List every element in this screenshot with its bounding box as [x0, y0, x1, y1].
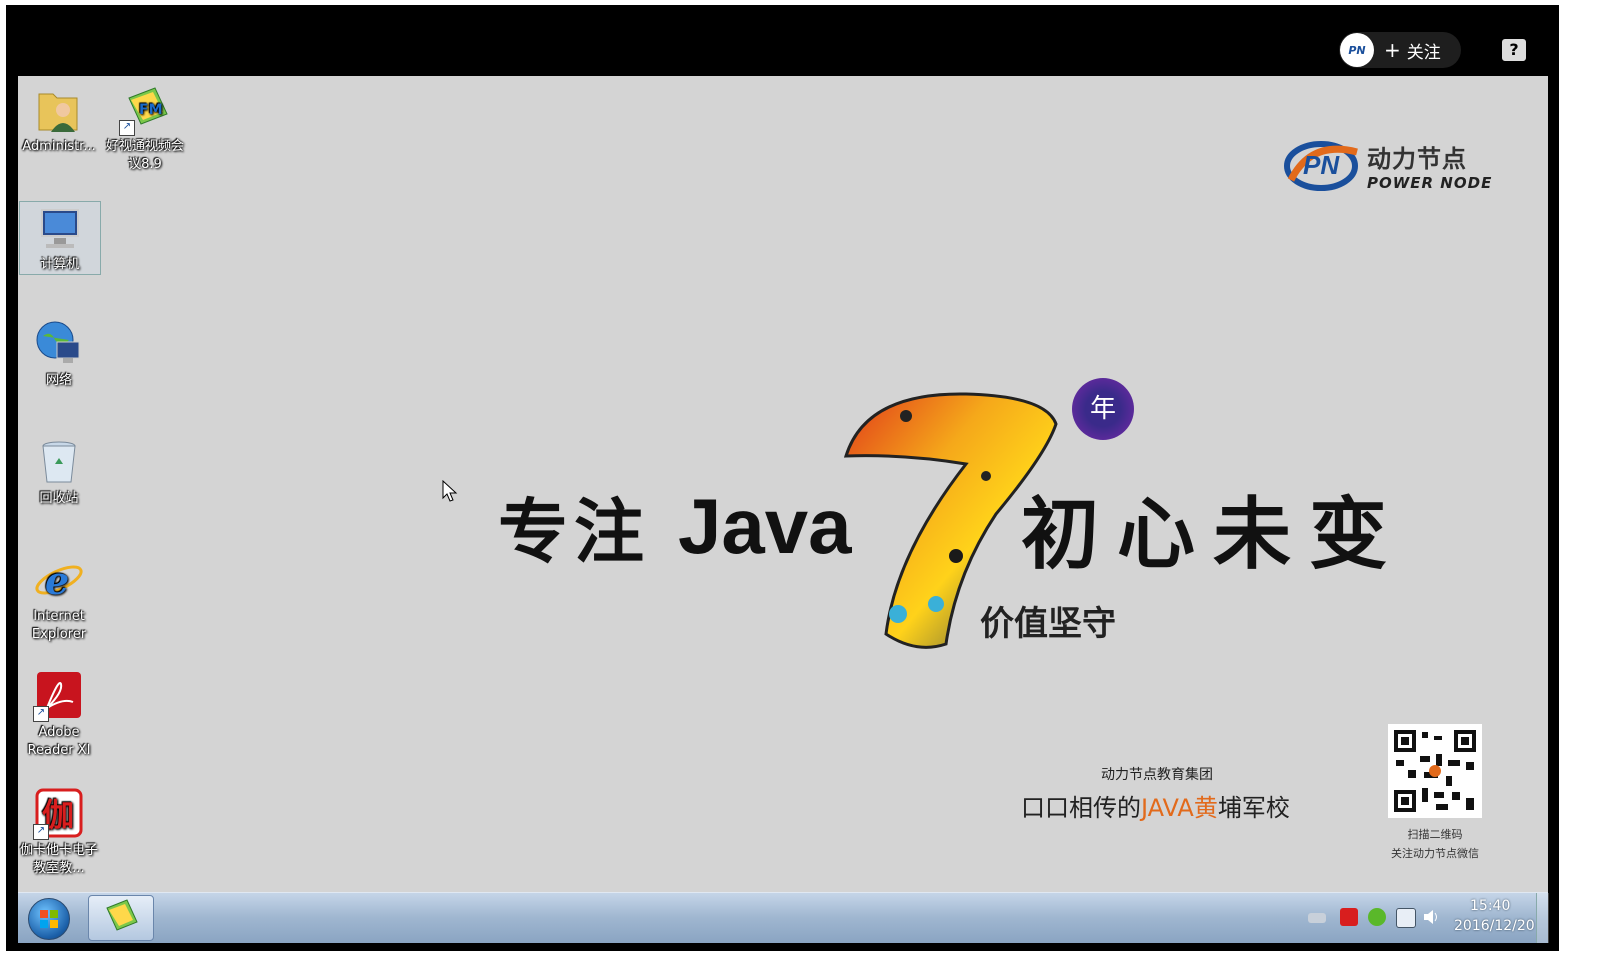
- recycle-bin-icon: [33, 436, 85, 488]
- volume-icon[interactable]: [1422, 908, 1440, 926]
- qr-code-icon: [1388, 724, 1482, 818]
- follow-label: 关注: [1406, 42, 1441, 63]
- network-globe-icon: [33, 318, 85, 370]
- jiyu-classroom-icon: 伽 ↗: [33, 788, 85, 840]
- desktop-icon-jiyu-classroom[interactable]: 伽 ↗ 伽卡他卡电子教室教...: [18, 788, 100, 878]
- windows-desktop: Administr... FM ↗ 好视通视频会议8.9 计算机 网络 回收站 …: [18, 76, 1548, 892]
- shortcut-arrow-icon: ↗: [119, 120, 135, 136]
- clock-time[interactable]: 15:40: [1470, 898, 1510, 914]
- follow-button[interactable]: PN + 关注: [1339, 32, 1461, 68]
- security-tray-icon[interactable]: [1368, 908, 1386, 926]
- slogan-focus: 专注: [498, 490, 650, 573]
- computer-icon: [34, 202, 86, 254]
- help-button[interactable]: ?: [1502, 39, 1526, 61]
- desktop-icon-recycle-bin[interactable]: 回收站: [18, 436, 100, 508]
- video-meeting-icon: [106, 899, 138, 931]
- user-folder-icon: [33, 84, 85, 136]
- start-button[interactable]: [28, 898, 70, 940]
- brand-name-en: POWER NODE: [1367, 173, 1493, 192]
- video-meeting-icon: FM ↗: [119, 84, 171, 136]
- taskbar: 15:40 2016/12/20: [18, 892, 1549, 943]
- adobe-reader-icon: ↗: [33, 670, 85, 722]
- powernode-logo-icon: PN: [1340, 33, 1374, 67]
- jiyu-tray-icon[interactable]: [1340, 908, 1358, 926]
- group-name: 动力节点教育集团: [1101, 767, 1213, 783]
- year-badge: 年: [1072, 378, 1134, 440]
- desktop-icon-adobe-reader[interactable]: ↗ Adobe Reader XI: [18, 670, 100, 760]
- internet-explorer-icon: e: [33, 554, 85, 606]
- desktop-icon-video-meeting[interactable]: FM ↗ 好视通视频会议8.9: [104, 84, 186, 174]
- slogan-value: 价值坚守: [980, 604, 1116, 644]
- keyboard-icon[interactable]: [1308, 913, 1326, 923]
- slogan-java: Java: [678, 482, 852, 570]
- svg-text:e: e: [45, 558, 69, 603]
- desktop-icon-internet-explorer[interactable]: e Internet Explorer: [18, 554, 100, 644]
- shortcut-arrow-icon: ↗: [33, 706, 49, 722]
- shortcut-arrow-icon: ↗: [33, 824, 49, 840]
- network-tray-icon[interactable]: [1396, 908, 1416, 928]
- svg-text:PN: PN: [1303, 150, 1340, 180]
- brand-name-cn: 动力节点: [1367, 144, 1467, 173]
- pn-logo-icon: PN: [1283, 136, 1361, 194]
- clock-date[interactable]: 2016/12/20: [1454, 918, 1535, 934]
- player-top-bar: PN + 关注 ?: [6, 5, 1559, 76]
- desktop-icon-administrator[interactable]: Administr...: [18, 84, 100, 156]
- qr-caption-follow: 关注动力节点微信: [1391, 847, 1479, 860]
- video-frame: PN + 关注 ? Administr... FM ↗ 好视通视频会议8.9 计…: [6, 5, 1559, 951]
- slogan-unchanged: 初心未变: [1021, 489, 1406, 580]
- powernode-brand: PN 动力节点 POWER NODE: [1283, 136, 1492, 194]
- mouse-cursor-icon: [442, 479, 458, 508]
- show-desktop-button[interactable]: [1536, 893, 1549, 943]
- windows-logo-icon: [40, 910, 58, 928]
- taskbar-app-video-meeting[interactable]: [88, 895, 154, 941]
- qr-caption-scan: 扫描二维码: [1407, 828, 1463, 841]
- desktop-icon-computer[interactable]: 计算机: [19, 201, 101, 275]
- motto: 口口相传的JAVA黄埔军校: [1021, 794, 1290, 822]
- svg-text:FM: FM: [139, 102, 163, 118]
- desktop-icon-network[interactable]: 网络: [18, 318, 100, 390]
- follow-plus: +: [1384, 38, 1401, 62]
